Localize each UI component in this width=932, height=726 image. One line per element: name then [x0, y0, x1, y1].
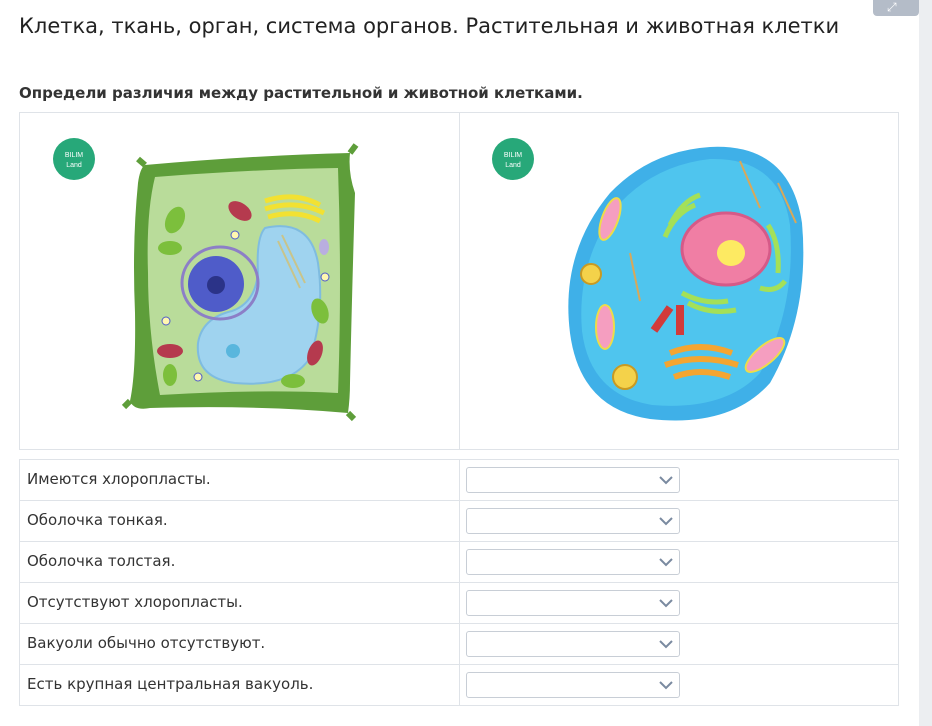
column-divider: [459, 501, 460, 541]
expand-icon: ⤢: [887, 0, 897, 14]
question-row: Имеются хлоропласты.: [20, 460, 898, 501]
question-text: Оболочка толстая.: [27, 552, 176, 570]
plant-cell-image-cell: BILIM Land: [20, 113, 460, 449]
answer-select[interactable]: [466, 672, 680, 698]
question-row: Есть крупная центральная вакуоль.: [20, 665, 898, 706]
question-text: Оболочка тонкая.: [27, 511, 168, 529]
question-row: Оболочка толстая.: [20, 542, 898, 583]
column-divider: [459, 665, 460, 705]
chevron-down-icon: [659, 640, 673, 649]
chevron-down-icon: [659, 476, 673, 485]
answer-select[interactable]: [466, 549, 680, 575]
bilimland-logo: BILIM Land: [492, 138, 534, 180]
task-instruction: Определи различия между растительной и ж…: [19, 84, 583, 102]
logo-line2: Land: [505, 162, 521, 169]
answer-select[interactable]: [466, 590, 680, 616]
column-divider: [459, 624, 460, 664]
logo-line1: BILIM: [504, 152, 522, 159]
plant-cell-illustration: BILIM Land: [53, 138, 359, 422]
column-divider: [459, 460, 460, 500]
answer-select[interactable]: [466, 467, 680, 493]
page-title: Клетка, ткань, орган, система органов. Р…: [19, 14, 840, 38]
logo-line1: BILIM: [65, 152, 83, 159]
animal-cell-image-cell: BILIM Land: [460, 113, 898, 449]
question-row: Оболочка тонкая.: [20, 501, 898, 542]
corner-button[interactable]: ⤢: [873, 0, 919, 16]
question-row: Вакуоли обычно отсутствуют.: [20, 624, 898, 665]
answer-select[interactable]: [466, 508, 680, 534]
chevron-down-icon: [659, 517, 673, 526]
chevron-down-icon: [659, 681, 673, 690]
column-divider: [459, 542, 460, 582]
bilimland-logo: BILIM Land: [53, 138, 95, 180]
logo-line2: Land: [66, 162, 82, 169]
question-text: Отсутствуют хлоропласты.: [27, 593, 243, 611]
page-scrollbar-gutter: [919, 0, 932, 726]
question-row: Отсутствуют хлоропласты.: [20, 583, 898, 624]
column-divider: [459, 583, 460, 623]
answer-select[interactable]: [466, 631, 680, 657]
chevron-down-icon: [659, 558, 673, 567]
question-text: Вакуоли обычно отсутствуют.: [27, 634, 266, 652]
question-text: Имеются хлоропласты.: [27, 470, 211, 488]
animal-cell-illustration: BILIM Land: [492, 138, 804, 421]
answers-table: Имеются хлоропласты. Оболочка тонкая. Обол…: [19, 459, 899, 706]
chevron-down-icon: [659, 599, 673, 608]
cells-image-table: BILIM Land BILIM Land: [19, 112, 899, 450]
question-text: Есть крупная центральная вакуоль.: [27, 675, 314, 693]
